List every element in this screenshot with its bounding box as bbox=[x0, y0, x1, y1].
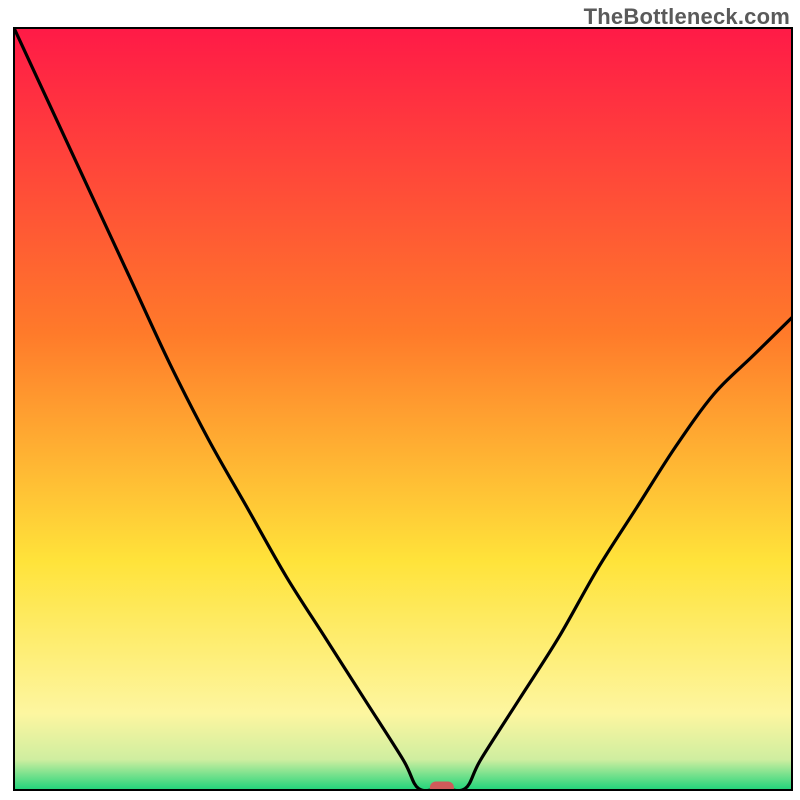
bottleneck-chart bbox=[0, 0, 800, 800]
chart-container: TheBottleneck.com bbox=[0, 0, 800, 800]
bottleneck-marker bbox=[430, 782, 454, 795]
watermark-label: TheBottleneck.com bbox=[584, 4, 790, 30]
gradient-background bbox=[14, 28, 792, 790]
